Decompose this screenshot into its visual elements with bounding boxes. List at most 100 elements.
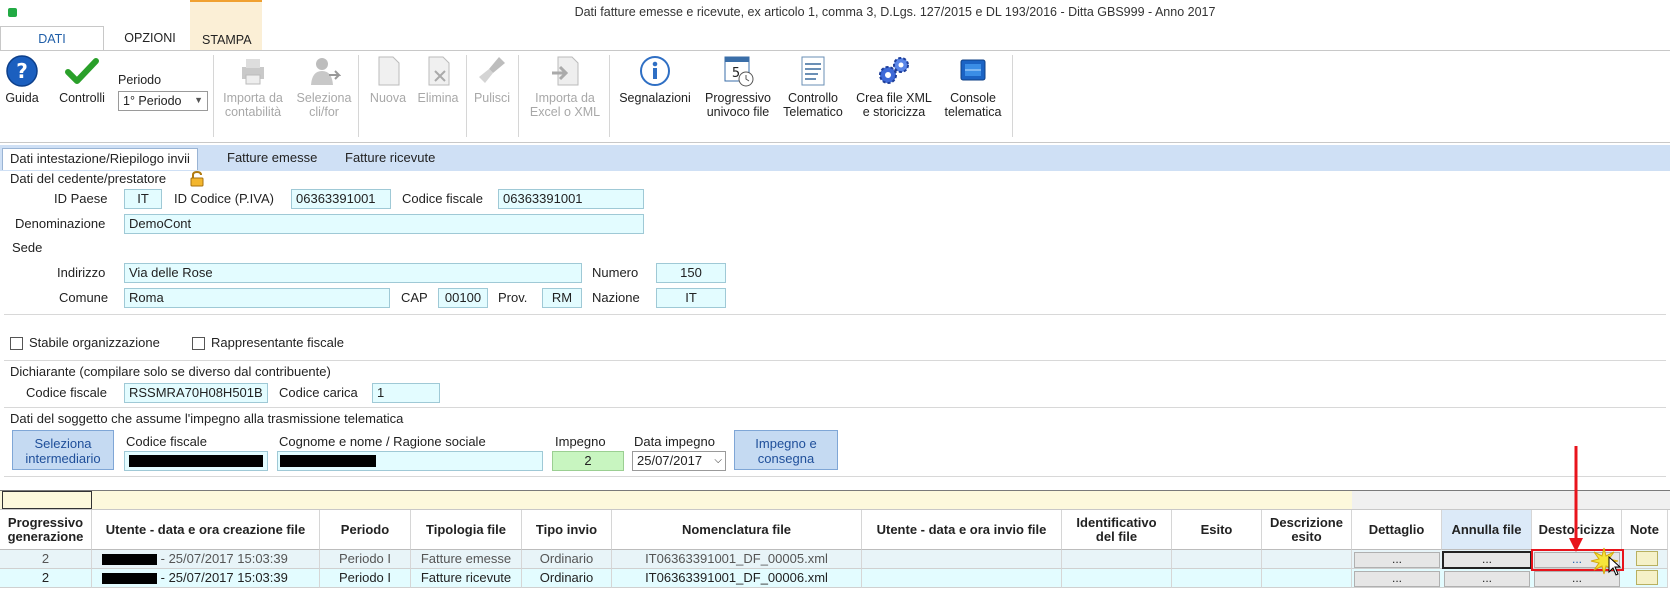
seleziona-line1: Seleziona [34, 436, 92, 451]
tab-dati-intestazione[interactable]: Dati intestazione/Riepilogo invii [2, 148, 198, 170]
crea-xml-button[interactable]: Crea file XML e storicizza [852, 55, 936, 119]
stabile-checkbox[interactable] [10, 337, 23, 350]
controlli-label: Controlli [59, 91, 105, 105]
dettaglio-button[interactable]: ... [1354, 571, 1440, 587]
filter-row[interactable] [0, 490, 1352, 510]
cell-nomenclatura[interactable]: IT06363391001_DF_00006.xml [612, 569, 862, 588]
cell-nomenclatura[interactable]: IT06363391001_DF_00005.xml [612, 550, 862, 569]
cell-progressivo[interactable]: 2 [0, 550, 92, 569]
segnalazioni-button[interactable]: Segnalazioni [614, 55, 696, 105]
importa-contabilita-line1: Importa da [223, 91, 283, 105]
col-identificativo[interactable]: Identificativo del file [1062, 510, 1172, 550]
col-annulla-file[interactable]: Annulla file [1442, 510, 1532, 550]
seleziona-clifor-button[interactable]: Seleziona cli/for [294, 55, 354, 119]
importa-contabilita-button[interactable]: Importa da contabilità [216, 55, 290, 119]
import-file-icon [552, 56, 579, 86]
col-progressivo-line1: Progressivo [7, 514, 84, 530]
col-periodo[interactable]: Periodo [320, 510, 411, 550]
col-nomenclatura[interactable]: Nomenclatura file [612, 510, 862, 550]
cell-creazione[interactable]: - 25/07/2017 15:03:39 [92, 569, 320, 588]
annulla-file-button[interactable]: ... [1442, 551, 1532, 569]
cell-tipo-invio[interactable]: Ordinario [522, 569, 612, 588]
elimina-label: Elimina [417, 91, 459, 105]
padlock-icon[interactable] [190, 171, 204, 187]
impegno-cf-field[interactable] [124, 451, 268, 471]
annulla-file-button[interactable]: ... [1444, 571, 1530, 587]
nazione-label: Nazione [592, 290, 640, 305]
prov-field[interactable]: RM [542, 288, 582, 308]
importa-excel-button[interactable]: Importa da Excel o XML [524, 55, 606, 119]
cell-tipologia[interactable]: Fatture ricevute [411, 569, 522, 588]
tab-fatture-emesse[interactable]: Fatture emesse [220, 148, 324, 170]
col-creazione[interactable]: Utente - data e ora creazione file [92, 510, 320, 550]
cell-identificativo[interactable] [1062, 569, 1172, 588]
filter-cell-selected[interactable] [2, 491, 92, 509]
periodo-select[interactable]: 1° Periodo ▼ [118, 91, 208, 111]
controllo-telematico-button[interactable]: Controllo Telematico [778, 55, 848, 119]
tab-dati-fatture[interactable]: DATI FATTURE [0, 26, 104, 70]
ragione-sociale-field[interactable] [277, 451, 543, 471]
note-icon[interactable] [1636, 570, 1658, 585]
prov-label: Prov. [498, 290, 528, 305]
id-codice-label: ID Codice (P.IVA) [174, 191, 274, 206]
rappresentante-checkbox[interactable] [192, 337, 205, 350]
col-progressivo[interactable]: Progressivo generazione [0, 510, 92, 550]
cell-tipologia[interactable]: Fatture emesse [411, 550, 522, 569]
cell-identificativo[interactable] [1062, 550, 1172, 569]
denominazione-field[interactable]: DemoCont [124, 214, 644, 234]
dichiarante-cf-field[interactable]: RSSMRA70H08H501B [124, 383, 268, 403]
cell-descrizione-esito[interactable] [1262, 569, 1352, 588]
progressivo-button[interactable]: 5 Progressivo univoco file [700, 55, 776, 119]
console-telematica-button[interactable]: Console telematica [940, 55, 1006, 119]
nuova-button[interactable]: Nuova [366, 55, 410, 105]
col-note[interactable]: Note [1622, 510, 1668, 550]
col-invio[interactable]: Utente - data e ora invio file [862, 510, 1062, 550]
divider [1012, 55, 1013, 137]
impegno-field[interactable]: 2 [552, 451, 624, 471]
tab-opzioni[interactable]: OPZIONI [110, 26, 190, 50]
codice-carica-field[interactable]: 1 [372, 383, 440, 403]
data-impegno-field[interactable]: 25/07/2017 ⌵ [632, 451, 726, 471]
segnalazioni-label: Segnalazioni [619, 91, 691, 105]
document-list-icon [801, 56, 825, 86]
pulisci-button[interactable]: Pulisci [470, 55, 514, 105]
cell-invio[interactable] [862, 569, 1062, 588]
cell-invio[interactable] [862, 550, 1062, 569]
redacted-block [280, 455, 376, 467]
codice-fiscale-field[interactable]: 06363391001 [498, 189, 644, 209]
controlli-button[interactable]: Controlli [54, 55, 110, 105]
user-select-icon [311, 58, 341, 85]
col-tipologia[interactable]: Tipologia file [411, 510, 522, 550]
id-codice-field[interactable]: 06363391001 [291, 189, 391, 209]
guida-button[interactable]: ? Guida [4, 55, 40, 105]
cell-esito[interactable] [1172, 550, 1262, 569]
note-icon[interactable] [1636, 551, 1658, 566]
col-esito[interactable]: Esito [1172, 510, 1262, 550]
chevron-down-icon[interactable]: ⌵ [714, 452, 722, 470]
indirizzo-field[interactable]: Via delle Rose [124, 263, 582, 283]
cell-periodo[interactable]: Periodo I [320, 550, 411, 569]
col-dettaglio[interactable]: Dettaglio [1352, 510, 1442, 550]
elimina-button[interactable]: Elimina [414, 55, 462, 105]
cell-descrizione-esito[interactable] [1262, 550, 1352, 569]
cell-esito[interactable] [1172, 569, 1262, 588]
cell-tipo-invio[interactable]: Ordinario [522, 550, 612, 569]
tab-stampa[interactable]: STAMPA [190, 0, 262, 50]
comune-label: Comune [59, 290, 109, 305]
cell-creazione[interactable]: - 25/07/2017 15:03:39 [92, 550, 320, 569]
impegno-consegna-button[interactable]: Impegno e consegna [734, 430, 838, 470]
periodo-label: Periodo [118, 73, 162, 87]
col-tipo-invio[interactable]: Tipo invio [522, 510, 612, 550]
col-descrizione-esito[interactable]: Descrizione esito [1262, 510, 1352, 550]
svg-text:?: ? [16, 59, 28, 83]
id-paese-field[interactable]: IT [124, 189, 162, 209]
nazione-field[interactable]: IT [656, 288, 726, 308]
cell-periodo[interactable]: Periodo I [320, 569, 411, 588]
comune-field[interactable]: Roma [124, 288, 390, 308]
dettaglio-button[interactable]: ... [1354, 552, 1440, 568]
numero-field[interactable]: 150 [656, 263, 726, 283]
cap-field[interactable]: 00100 [438, 288, 488, 308]
seleziona-intermediario-button[interactable]: Seleziona intermediario [12, 430, 114, 470]
tab-fatture-ricevute[interactable]: Fatture ricevute [338, 148, 442, 170]
cell-progressivo[interactable]: 2 [0, 569, 92, 588]
